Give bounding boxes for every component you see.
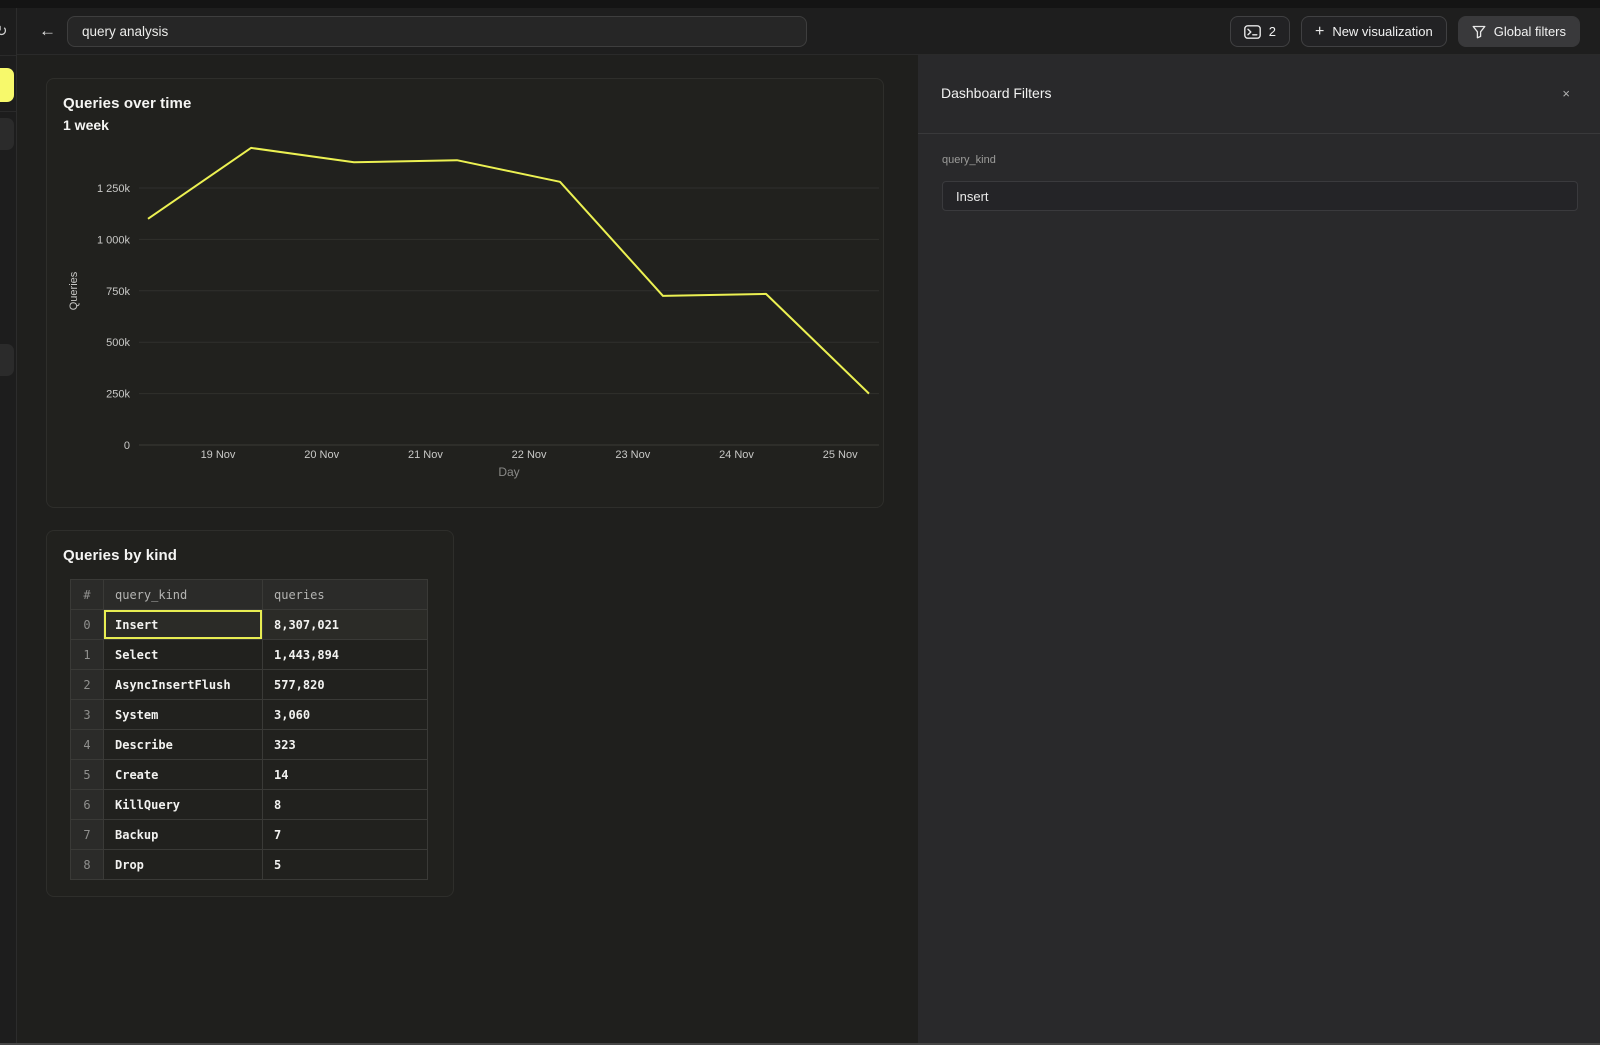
- table-cell[interactable]: 8: [263, 790, 428, 820]
- table-title: Queries by kind: [63, 547, 453, 564]
- window-top-strip: [0, 0, 1600, 8]
- table-cell[interactable]: 14: [263, 760, 428, 790]
- table-body: 0Insert8,307,0211Select1,443,8942AsyncIn…: [71, 610, 428, 880]
- y-tick-label: 1 250k: [97, 183, 131, 195]
- y-tick-label: 750k: [106, 286, 130, 298]
- table-cell[interactable]: Backup: [104, 820, 263, 850]
- new-visualization-label: New visualization: [1332, 24, 1432, 39]
- x-tick-label: 19 Nov: [201, 449, 236, 461]
- console-count-label: 2: [1269, 24, 1276, 39]
- y-tick-label: 250k: [106, 389, 130, 401]
- sidebar-divider: [0, 55, 17, 56]
- row-index-cell: 6: [71, 790, 104, 820]
- table-cell[interactable]: 7: [263, 820, 428, 850]
- table-row: 6KillQuery8: [71, 790, 428, 820]
- row-index-cell: 8: [71, 850, 104, 880]
- y-axis-title: Queries: [68, 271, 80, 310]
- table-cell[interactable]: 5: [263, 850, 428, 880]
- sidebar-divider: [0, 111, 17, 112]
- table-cell[interactable]: AsyncInsertFlush: [104, 670, 263, 700]
- refresh-icon[interactable]: ↻: [0, 22, 8, 40]
- queries-over-time-card[interactable]: Queries over time 1 week 0250k500k750k1 …: [46, 78, 884, 508]
- filter-field-label: query_kind: [942, 154, 996, 166]
- table-cell[interactable]: System: [104, 700, 263, 730]
- row-index-cell: 1: [71, 640, 104, 670]
- funnel-icon: [1472, 25, 1486, 39]
- dashboard-canvas: Queries over time 1 week 0250k500k750k1 …: [17, 55, 918, 1045]
- close-icon[interactable]: ×: [1562, 86, 1570, 101]
- table-row: 4Describe323: [71, 730, 428, 760]
- queries-series-line: [148, 148, 869, 394]
- row-index-cell: 0: [71, 610, 104, 640]
- table-row: 8Drop5: [71, 850, 428, 880]
- row-index-cell: 3: [71, 700, 104, 730]
- top-bar: ← 2 + New visualization: [17, 8, 1600, 55]
- global-filters-button[interactable]: Global filters: [1458, 16, 1580, 47]
- x-tick-label: 25 Nov: [823, 449, 858, 461]
- sidebar-item-active-swatch[interactable]: [0, 68, 14, 102]
- sql-console-count-button[interactable]: 2: [1230, 16, 1290, 47]
- table-header: #query_kindqueries: [71, 580, 428, 610]
- left-rail: ↻: [0, 8, 17, 1045]
- queries-by-kind-card[interactable]: Queries by kind #query_kindqueries 0Inse…: [46, 530, 454, 897]
- x-tick-label: 23 Nov: [615, 449, 650, 461]
- dashboard-filters-panel: Dashboard Filters × query_kind: [918, 55, 1600, 1045]
- new-visualization-button[interactable]: + New visualization: [1301, 16, 1447, 47]
- global-filters-label: Global filters: [1494, 24, 1566, 39]
- column-header[interactable]: query_kind: [104, 580, 263, 610]
- table-cell[interactable]: Drop: [104, 850, 263, 880]
- table-row: 1Select1,443,894: [71, 640, 428, 670]
- x-tick-label: 21 Nov: [408, 449, 443, 461]
- table-cell[interactable]: Insert: [104, 610, 263, 640]
- x-axis-title: Day: [498, 465, 519, 479]
- queries-over-time-chart: 0 250k 500k 750k 1 000k 1 250k Queries 19 Nov 20…: [63, 131, 879, 483]
- x-tick-label: 20 Nov: [304, 449, 339, 461]
- table-row: 3System3,060: [71, 700, 428, 730]
- row-index-cell: 2: [71, 670, 104, 700]
- table-cell[interactable]: 577,820: [263, 670, 428, 700]
- table-cell[interactable]: 8,307,021: [263, 610, 428, 640]
- table-row: 0Insert8,307,021: [71, 610, 428, 640]
- sidebar-item-swatch[interactable]: [0, 118, 14, 150]
- y-tick-label: 500k: [106, 337, 130, 349]
- table-cell[interactable]: 323: [263, 730, 428, 760]
- row-index-cell: 5: [71, 760, 104, 790]
- table-row: 5Create14: [71, 760, 428, 790]
- filters-panel-title: Dashboard Filters: [941, 85, 1052, 101]
- column-header[interactable]: #: [71, 580, 104, 610]
- x-tick-label: 24 Nov: [719, 449, 754, 461]
- table-row: 2AsyncInsertFlush577,820: [71, 670, 428, 700]
- y-tick-label: 1 000k: [97, 234, 131, 246]
- table-cell[interactable]: 1,443,894: [263, 640, 428, 670]
- sidebar-item-swatch[interactable]: [0, 344, 14, 376]
- table-cell[interactable]: 3,060: [263, 700, 428, 730]
- y-tick-label: 0: [124, 440, 130, 452]
- plus-icon: +: [1315, 25, 1324, 39]
- x-tick-label: 22 Nov: [512, 449, 547, 461]
- back-button[interactable]: ←: [39, 21, 56, 41]
- topbar-actions: 2 + New visualization Global filters: [1230, 16, 1580, 47]
- table-cell[interactable]: Create: [104, 760, 263, 790]
- row-index-cell: 7: [71, 820, 104, 850]
- query-kind-filter-input[interactable]: [942, 181, 1578, 211]
- chart-title: Queries over time: [63, 95, 883, 112]
- table-row: 7Backup7: [71, 820, 428, 850]
- dashboard-title-input[interactable]: [67, 16, 807, 47]
- sql-console-icon: [1244, 25, 1261, 39]
- column-header[interactable]: queries: [263, 580, 428, 610]
- table-cell[interactable]: Describe: [104, 730, 263, 760]
- table-cell[interactable]: KillQuery: [104, 790, 263, 820]
- queries-by-kind-table: #query_kindqueries 0Insert8,307,0211Sele…: [70, 579, 428, 880]
- table-cell[interactable]: Select: [104, 640, 263, 670]
- row-index-cell: 4: [71, 730, 104, 760]
- panel-divider: [918, 133, 1600, 134]
